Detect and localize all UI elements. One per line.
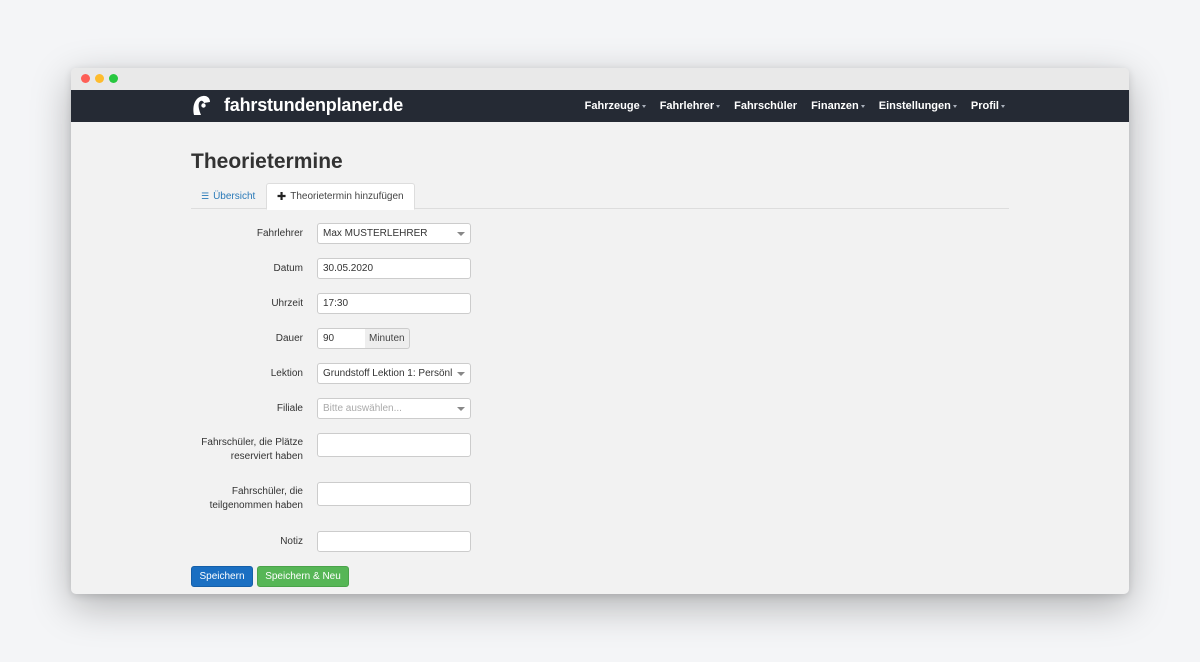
caret-down-icon: [1001, 104, 1005, 108]
nav-einstellungen[interactable]: Einstellungen: [879, 100, 957, 112]
plus-icon: ✚: [277, 191, 287, 203]
dauer-unit-addon: Minuten: [365, 328, 410, 349]
caret-down-icon: [860, 104, 865, 108]
notiz-label: Notiz: [280, 536, 303, 547]
save-and-new-button[interactable]: Speichern & Neu: [257, 566, 349, 587]
teilgenommen-label: Fahrschüler, die teilgenommen haben: [209, 486, 303, 511]
nav-label: Fahrzeuge: [584, 100, 640, 112]
reserviert-label: Fahrschüler, die Plätze reserviert haben: [201, 437, 303, 462]
select-value: Grundstoff Lektion 1: Persönlic: [323, 368, 453, 379]
list-icon: ☰: [201, 190, 210, 201]
dauer-input[interactable]: 90: [317, 328, 366, 349]
nav-label: Fahrlehrer: [659, 100, 715, 112]
logo-icon: [193, 95, 210, 115]
chevron-down-icon: [457, 406, 465, 411]
top-navbar: fahrstundenplaner.de Fahrzeuge Fahrlehre…: [71, 90, 1129, 122]
browser-window: fahrstundenplaner.de Fahrzeuge Fahrlehre…: [71, 68, 1129, 594]
select-value: Max MUSTERLEHRER: [323, 228, 428, 239]
nav-label: Finanzen: [811, 100, 859, 112]
input-value: 90: [323, 333, 335, 344]
lektion-select[interactable]: Grundstoff Lektion 1: Persönlic: [317, 363, 471, 384]
window-titlebar: [71, 68, 1129, 90]
nav-fahrschueler[interactable]: Fahrschüler: [734, 100, 797, 112]
tab-add-theorietermin[interactable]: ✚ Theorietermin hinzufügen: [266, 183, 415, 210]
uhrzeit-label: Uhrzeit: [271, 298, 303, 309]
chevron-down-icon: [457, 231, 465, 236]
nav-label: Einstellungen: [878, 100, 951, 112]
save-button[interactable]: Speichern: [191, 566, 253, 587]
main-nav: Fahrzeuge Fahrlehrer Fahrschüler Finanze…: [571, 90, 1005, 122]
brand-link[interactable]: fahrstundenplaner.de: [191, 94, 403, 116]
nav-finanzen[interactable]: Finanzen: [811, 100, 865, 112]
nav-fahrzeuge[interactable]: Fahrzeuge: [585, 100, 646, 112]
minimize-window-button[interactable]: [95, 74, 104, 83]
fahrlehrer-label: Fahrlehrer: [256, 228, 303, 239]
tab-bar: ☰ Übersicht ✚ Theorietermin hinzufügen: [191, 183, 1009, 210]
page-title: Theorietermine: [191, 150, 343, 173]
tab-overview[interactable]: ☰ Übersicht: [191, 183, 265, 209]
nav-profil[interactable]: Profil: [971, 100, 1005, 112]
caret-down-icon: [952, 104, 957, 108]
chevron-down-icon: [457, 371, 465, 376]
nav-fahrlehrer[interactable]: Fahrlehrer: [659, 100, 721, 112]
notiz-input[interactable]: [317, 531, 471, 552]
uhrzeit-input[interactable]: 17:30: [317, 293, 471, 314]
maximize-window-button[interactable]: [109, 74, 118, 83]
select-placeholder: Bitte auswählen...: [323, 403, 402, 414]
input-value: 17:30: [323, 298, 349, 309]
nav-label: Profil: [970, 100, 999, 112]
reserviert-input[interactable]: [317, 433, 471, 457]
nav-label: Fahrschüler: [734, 100, 798, 112]
filiale-label: Filiale: [276, 403, 303, 414]
lektion-label: Lektion: [270, 368, 303, 379]
input-value: 30.05.2020: [323, 263, 374, 274]
caret-down-icon: [641, 104, 646, 108]
caret-down-icon: [716, 104, 721, 108]
datum-input[interactable]: 30.05.2020: [317, 258, 471, 279]
filiale-select[interactable]: Bitte auswählen...: [317, 398, 471, 419]
fahrlehrer-select[interactable]: Max MUSTERLEHRER: [317, 223, 471, 244]
brand-name: fahrstundenplaner.de: [224, 94, 404, 115]
dauer-label: Dauer: [275, 333, 303, 344]
tab-label: Theorietermin hinzufügen: [290, 191, 404, 202]
close-window-button[interactable]: [81, 74, 90, 83]
teilgenommen-input[interactable]: [317, 482, 471, 506]
datum-label: Datum: [273, 263, 303, 274]
tab-label: Übersicht: [213, 190, 256, 202]
